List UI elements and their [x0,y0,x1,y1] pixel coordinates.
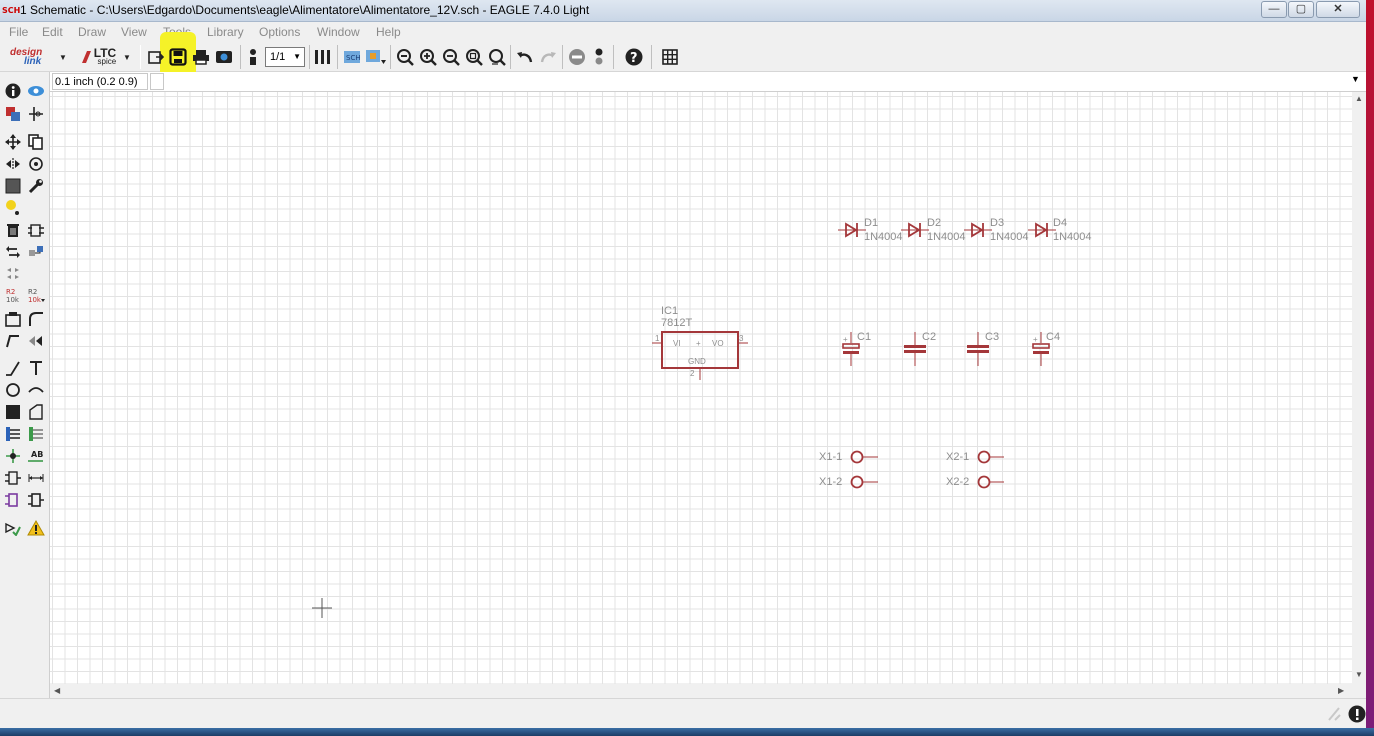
eagle-window: SCH 1 Schematic - C:\Users\Edgardo\Docum… [0,0,1366,736]
rectangle-icon[interactable] [4,403,22,421]
ic1-value-label: 7812T [661,317,693,329]
diode-d4[interactable] [1028,222,1056,238]
ic1-pin-gnd: GND [688,357,706,366]
svg-text:10k: 10k [6,296,20,303]
ic1-pin-3: 3 [739,334,744,343]
display-layers-icon[interactable] [4,105,22,123]
d1-value-label: 1N4004 [864,231,903,243]
c1-plus-label: + [843,335,848,344]
connector-x2-2[interactable] [977,475,1005,489]
arc-icon[interactable] [27,381,45,399]
c4-plus-label: + [1033,335,1038,344]
attribute-icon[interactable] [4,469,22,487]
miter-icon[interactable] [27,310,45,328]
status-bar [0,698,1366,728]
d2-value-label: 1N4004 [927,231,966,243]
ic1-pin-2: 2 [690,369,695,378]
junction-icon[interactable] [4,447,22,465]
pinswap-icon[interactable] [4,243,22,261]
add-icon[interactable] [27,221,45,239]
svg-text:AB: AB [31,450,43,459]
ic1-pin-vo: VO [712,339,724,348]
c4-name-label: C4 [1046,331,1061,343]
label-icon[interactable]: AB [27,447,45,465]
move-icon[interactable] [4,133,22,151]
desktop-background [1366,0,1374,736]
show-icon[interactable] [27,82,45,100]
split-icon[interactable] [4,332,22,350]
connector-x1-1[interactable] [850,450,879,464]
svg-text:R2: R2 [6,288,15,296]
wire-icon[interactable] [4,359,22,377]
invoke-icon[interactable] [27,332,45,350]
rotate-icon[interactable] [27,155,45,173]
taskbar [0,728,1374,736]
d4-name-label: D4 [1053,217,1068,229]
polygon-icon[interactable] [27,403,45,421]
net-icon[interactable] [27,425,45,443]
connector-x1-2[interactable] [850,475,879,489]
info-icon[interactable] [4,82,22,100]
d2-name-label: D2 [927,217,942,229]
module-icon[interactable] [27,491,45,509]
gateswap-icon[interactable] [4,264,22,282]
schematic-drawing [312,222,1056,618]
copy-icon[interactable] [27,133,45,151]
x2-1-label: X2-1 [946,451,970,463]
ic1-pin-1: 1 [655,334,660,343]
x2-2-label: X2-2 [946,476,970,488]
mirror-icon[interactable] [4,155,22,173]
change-icon[interactable] [27,177,45,195]
svg-text:10k: 10k [28,296,42,303]
status-help-icon[interactable] [1348,705,1366,726]
diode-d1[interactable] [838,222,866,238]
x1-2-label: X1-2 [819,476,843,488]
ic1-pin-vi: VI [673,339,681,348]
text-icon[interactable] [27,359,45,377]
c2-name-label: C2 [922,331,937,343]
value-icon[interactable]: R2 10k [27,286,45,304]
circle-icon[interactable] [4,381,22,399]
erc-icon[interactable] [4,519,22,537]
d3-value-label: 1N4004 [990,231,1029,243]
stop-command-icon[interactable] [1326,706,1342,725]
name-icon[interactable]: R2 10k [4,286,22,304]
errors-warning-icon[interactable] [27,519,45,537]
dimension-icon[interactable] [27,469,45,487]
d4-value-label: 1N4004 [1053,231,1092,243]
delete-icon[interactable] [4,221,22,239]
ic1-pin-plus: + [696,339,701,348]
x1-1-label: X1-1 [819,451,843,463]
c3-name-label: C3 [985,331,1000,343]
mark-icon[interactable] [27,105,45,123]
smash-icon[interactable] [4,310,22,328]
bus-icon[interactable] [4,425,22,443]
ic1-name-label: IC1 [661,305,679,317]
diode-d3[interactable] [964,222,992,238]
diode-d2[interactable] [901,222,929,238]
crosshair-cursor-icon [312,598,332,618]
d3-name-label: D3 [990,217,1005,229]
replace-icon[interactable] [27,243,45,261]
svg-text:R2: R2 [28,288,37,296]
group-icon[interactable] [4,177,22,195]
frame-icon[interactable] [4,491,22,509]
paste-icon[interactable] [4,198,22,216]
d1-name-label: D1 [864,217,879,229]
connector-x2-1[interactable] [977,450,1005,464]
c1-name-label: C1 [857,331,872,343]
